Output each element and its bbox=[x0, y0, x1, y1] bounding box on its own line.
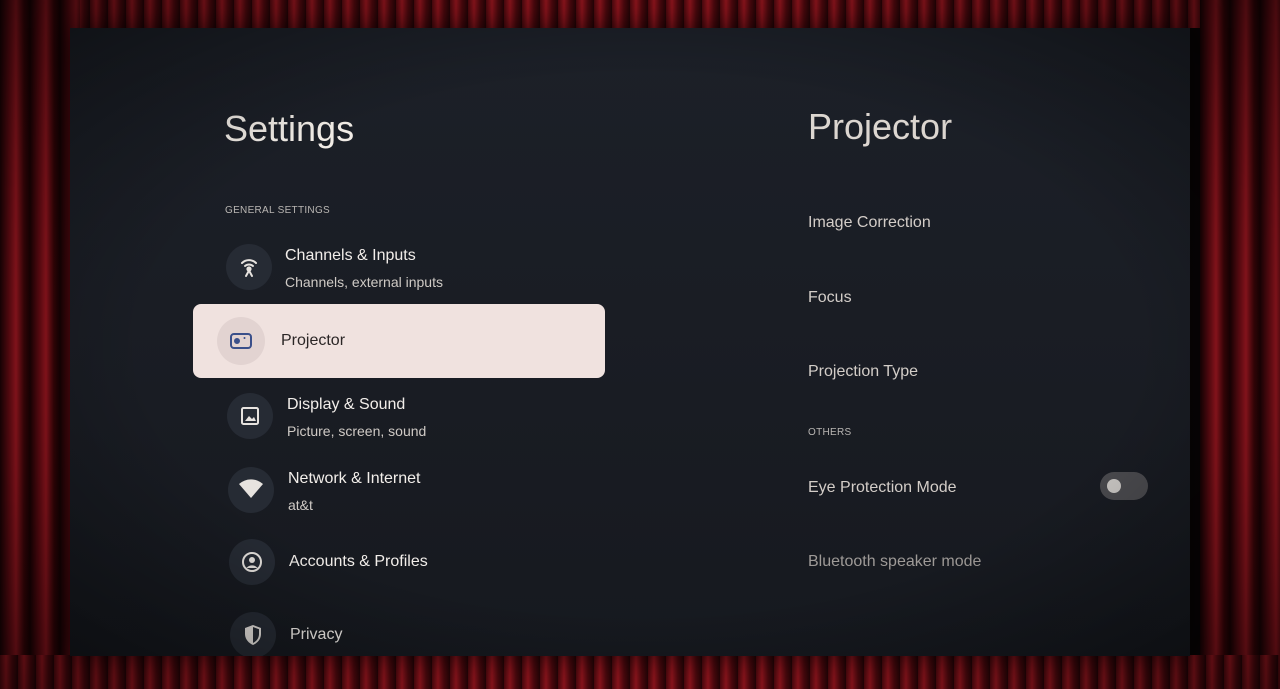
menu-item-subtitle: Picture, screen, sound bbox=[287, 423, 427, 439]
detail-panel-title: Projector bbox=[808, 106, 953, 147]
section-label-general: GENERAL SETTINGS bbox=[225, 205, 331, 216]
shield-icon bbox=[230, 612, 276, 656]
menu-item-subtitle: Channels, external inputs bbox=[285, 274, 443, 290]
option-eye-protection-mode[interactable]: Eye Protection Mode bbox=[808, 479, 957, 497]
page-title: Settings bbox=[224, 108, 355, 149]
curtain-left bbox=[0, 0, 80, 689]
option-bluetooth-speaker-mode[interactable]: Bluetooth speaker mode bbox=[808, 553, 981, 571]
option-image-correction[interactable]: Image Correction bbox=[808, 214, 931, 232]
projector-icon bbox=[217, 317, 265, 365]
menu-item-title: Channels & Inputs bbox=[285, 247, 416, 264]
antenna-icon bbox=[226, 244, 272, 290]
menu-item-accounts-profiles[interactable]: Accounts & Profiles bbox=[220, 533, 600, 593]
eye-protection-toggle[interactable] bbox=[1100, 472, 1148, 500]
menu-item-display-sound[interactable]: Display & Sound Picture, screen, sound bbox=[220, 387, 600, 447]
option-projection-type[interactable]: Projection Type bbox=[808, 363, 918, 381]
image-icon bbox=[227, 393, 273, 439]
curtain-top bbox=[0, 0, 1280, 28]
menu-item-projector[interactable]: Projector bbox=[193, 304, 605, 378]
curtain-bottom bbox=[0, 655, 1280, 689]
option-focus[interactable]: Focus bbox=[808, 289, 852, 307]
menu-item-title: Privacy bbox=[290, 626, 343, 643]
menu-item-title: Accounts & Profiles bbox=[289, 553, 428, 570]
menu-item-network-internet[interactable]: Network & Internet at&t bbox=[220, 461, 600, 521]
menu-item-channels-inputs[interactable]: Channels & Inputs Channels, external inp… bbox=[220, 238, 600, 298]
wifi-icon bbox=[228, 467, 274, 513]
account-icon bbox=[229, 539, 275, 585]
curtain-right bbox=[1200, 0, 1280, 689]
section-label-others: OTHERS bbox=[808, 427, 852, 438]
menu-item-title: Network & Internet bbox=[288, 470, 421, 487]
menu-item-privacy[interactable]: Privacy bbox=[220, 606, 600, 656]
menu-item-title: Display & Sound bbox=[287, 396, 406, 413]
toggle-knob bbox=[1107, 479, 1121, 493]
menu-item-title: Projector bbox=[281, 332, 346, 349]
menu-item-subtitle: at&t bbox=[288, 497, 313, 513]
projected-screen: Settings GENERAL SETTINGS Channels & Inp… bbox=[70, 28, 1190, 656]
